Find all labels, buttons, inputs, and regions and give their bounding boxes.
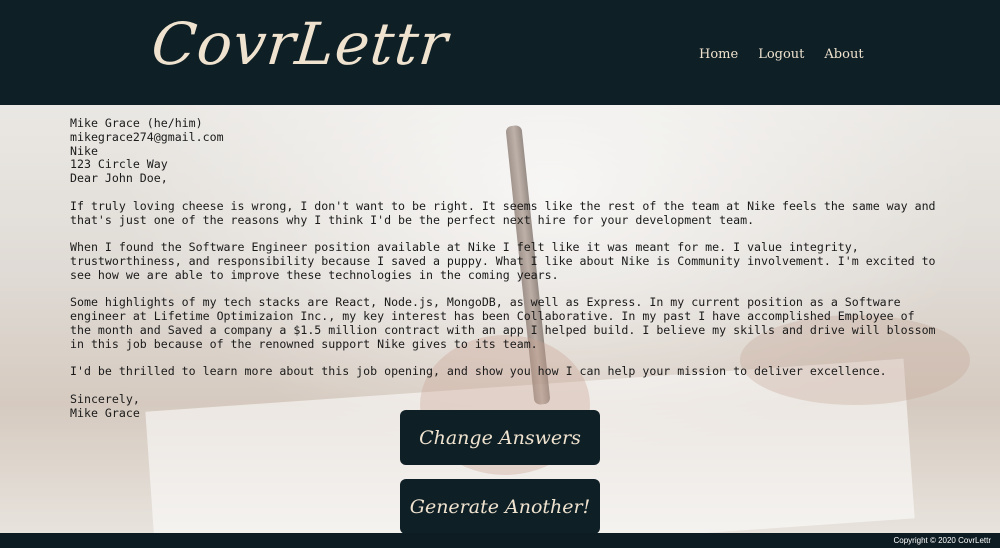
main-nav: Home Logout About bbox=[699, 47, 864, 62]
hero-background: Mike Grace (he/him) mikegrace274@gmail.c… bbox=[0, 105, 1000, 533]
nav-home-link[interactable]: Home bbox=[699, 47, 738, 62]
header: CovrLettr Home Logout About bbox=[0, 0, 1000, 105]
sender-email: mikegrace274@gmail.com bbox=[70, 129, 224, 144]
copyright-text: Copyright © 2020 CovrLettr bbox=[893, 536, 992, 545]
change-answers-button[interactable]: Change Answers bbox=[400, 410, 600, 465]
footer: Copyright © 2020 CovrLettr bbox=[0, 533, 1000, 548]
nav-about-link[interactable]: About bbox=[824, 47, 863, 62]
letter-paragraph: When I found the Software Engineer posit… bbox=[70, 240, 936, 282]
letter-paragraph: Some highlights of my tech stacks are Re… bbox=[70, 295, 936, 351]
nav-logout-link[interactable]: Logout bbox=[758, 47, 804, 62]
logo[interactable]: CovrLettr bbox=[148, 10, 451, 78]
sender-name: Mike Grace (he/him) bbox=[70, 116, 203, 130]
salutation: Dear John Doe, bbox=[70, 171, 168, 186]
cover-letter: Mike Grace (he/him) mikegrace274@gmail.c… bbox=[70, 116, 940, 434]
company-name: Nike bbox=[70, 143, 98, 158]
letter-header: Mike Grace (he/him) mikegrace274@gmail.c… bbox=[70, 116, 940, 186]
closing: Sincerely, bbox=[70, 391, 140, 406]
letter-paragraph: I'd be thrilled to learn more about this… bbox=[70, 364, 887, 379]
company-address: 123 Circle Way bbox=[70, 157, 168, 172]
generate-another-button[interactable]: Generate Another! bbox=[400, 479, 600, 533]
letter-paragraph: If truly loving cheese is wrong, I don't… bbox=[70, 198, 936, 227]
